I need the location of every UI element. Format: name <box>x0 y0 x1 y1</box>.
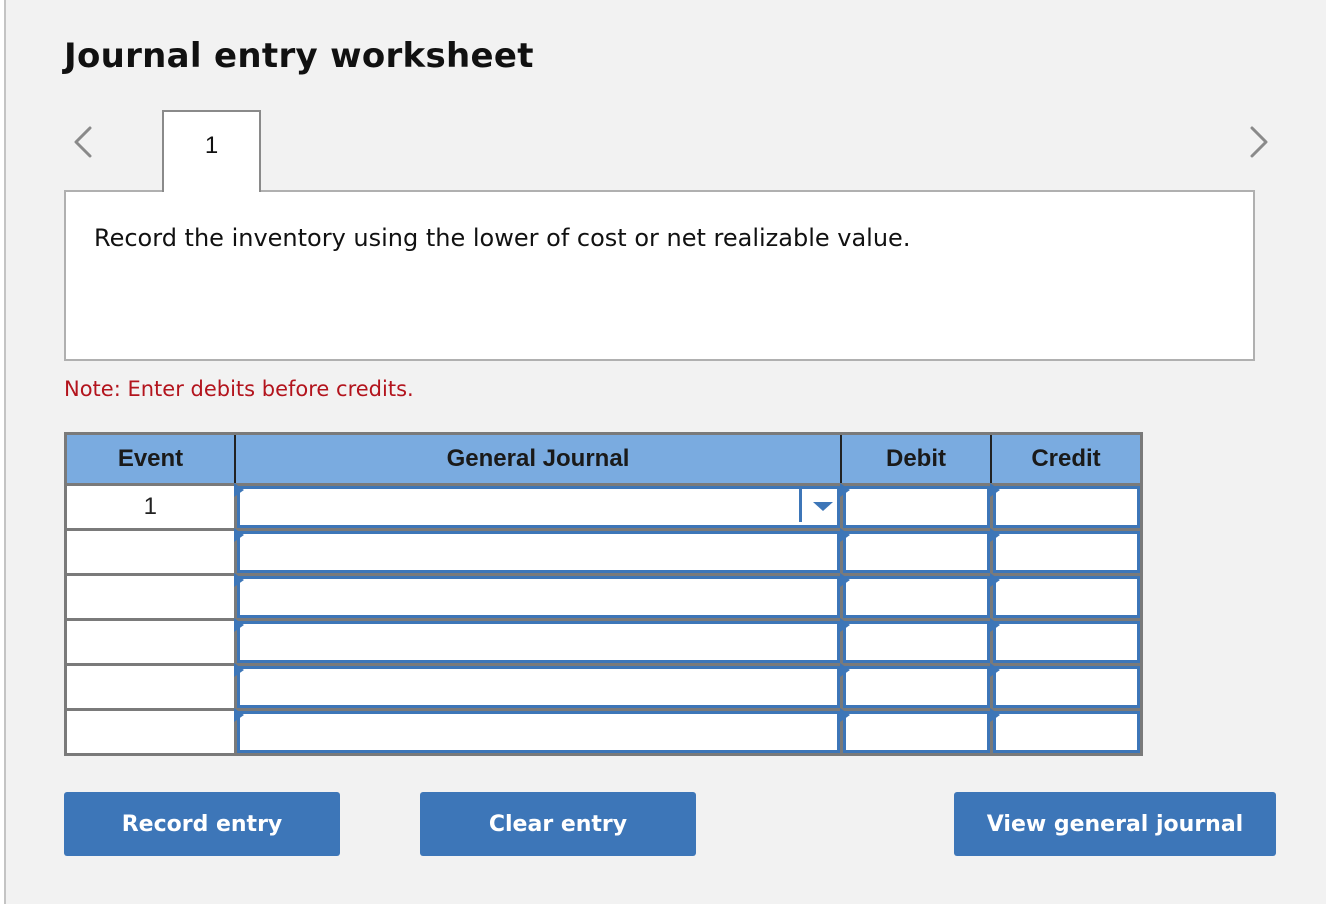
debit-field[interactable] <box>842 576 990 618</box>
account-cell <box>233 708 843 756</box>
event-cell <box>64 618 237 666</box>
table-header-row: Event General Journal Debit Credit <box>65 433 1142 486</box>
debit-field[interactable] <box>842 486 990 528</box>
debit-cell <box>839 708 993 756</box>
prompt-text: Record the inventory using the lower of … <box>94 224 911 252</box>
column-header-credit: Credit <box>990 433 1142 486</box>
credit-field[interactable] <box>992 576 1140 618</box>
event-cell <box>64 663 237 711</box>
field-marker-icon <box>233 573 244 587</box>
debit-field[interactable] <box>842 711 990 753</box>
field-marker-icon <box>233 528 244 542</box>
credit-cell <box>989 663 1143 711</box>
field-marker-icon <box>839 483 850 497</box>
credit-field[interactable] <box>992 486 1140 528</box>
event-cell <box>64 708 237 756</box>
account-cell <box>233 663 843 711</box>
clear-entry-button[interactable]: Clear entry <box>420 792 696 856</box>
worksheet-panel: Journal entry worksheet 1 Record the inv… <box>4 0 1326 904</box>
chevron-left-icon <box>68 122 98 162</box>
debit-cell <box>839 663 993 711</box>
event-cell <box>64 528 237 576</box>
table-row <box>64 528 1143 576</box>
tab-entry-1[interactable]: 1 <box>162 110 261 192</box>
event-cell: 1 <box>64 483 237 531</box>
credit-cell <box>989 618 1143 666</box>
debit-cell <box>839 528 993 576</box>
view-general-journal-button[interactable]: View general journal <box>954 792 1276 856</box>
field-marker-icon <box>839 573 850 587</box>
prev-entry-button[interactable] <box>68 122 98 162</box>
account-field[interactable] <box>236 576 840 618</box>
table-row <box>64 618 1143 666</box>
field-marker-icon <box>989 483 1000 497</box>
field-marker-icon <box>989 663 1000 677</box>
account-field[interactable] <box>236 666 840 708</box>
credit-cell <box>989 483 1143 531</box>
account-cell <box>233 483 843 531</box>
field-marker-icon <box>233 483 244 497</box>
column-header-event: Event <box>65 433 236 486</box>
next-entry-button[interactable] <box>1244 122 1274 162</box>
event-cell <box>64 573 237 621</box>
account-cell <box>233 618 843 666</box>
note-text: Note: Enter debits before credits. <box>64 377 414 401</box>
caret-down-icon <box>812 502 833 511</box>
chevron-right-icon <box>1244 122 1274 162</box>
field-marker-icon <box>233 708 244 722</box>
account-cell <box>233 573 843 621</box>
column-header-debit: Debit <box>840 433 992 486</box>
field-marker-icon <box>989 618 1000 632</box>
field-marker-icon <box>989 708 1000 722</box>
account-cell <box>233 528 843 576</box>
field-marker-icon <box>233 663 244 677</box>
field-marker-icon <box>839 528 850 542</box>
field-marker-icon <box>989 528 1000 542</box>
field-marker-icon <box>989 573 1000 587</box>
credit-field[interactable] <box>992 621 1140 663</box>
field-marker-icon <box>839 663 850 677</box>
credit-cell <box>989 708 1143 756</box>
field-marker-icon <box>233 618 244 632</box>
table-row: 1 <box>64 483 1143 531</box>
account-field[interactable] <box>236 486 840 528</box>
column-header-general-journal: General Journal <box>234 433 842 486</box>
table-row <box>64 573 1143 621</box>
account-field[interactable] <box>236 531 840 573</box>
page-title: Journal entry worksheet <box>64 36 534 76</box>
credit-field[interactable] <box>992 711 1140 753</box>
debit-field[interactable] <box>842 621 990 663</box>
credit-field[interactable] <box>992 531 1140 573</box>
record-entry-button[interactable]: Record entry <box>64 792 340 856</box>
field-marker-icon <box>839 708 850 722</box>
debit-cell <box>839 573 993 621</box>
account-field[interactable] <box>236 621 840 663</box>
table-row <box>64 663 1143 711</box>
credit-field[interactable] <box>992 666 1140 708</box>
debit-field[interactable] <box>842 531 990 573</box>
credit-cell <box>989 573 1143 621</box>
account-field[interactable] <box>236 711 840 753</box>
debit-cell <box>839 483 993 531</box>
account-dropdown-button[interactable] <box>798 488 840 522</box>
journal-table: Event General Journal Debit Credit 1 <box>64 432 1143 756</box>
debit-cell <box>839 618 993 666</box>
credit-cell <box>989 528 1143 576</box>
debit-field[interactable] <box>842 666 990 708</box>
table-row <box>64 708 1143 756</box>
prompt-box: Record the inventory using the lower of … <box>64 190 1255 361</box>
field-marker-icon <box>839 618 850 632</box>
